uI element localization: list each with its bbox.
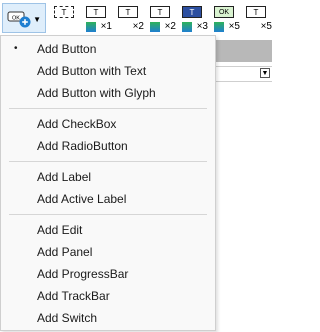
multiplier-label: ×3	[196, 21, 208, 32]
background-combobox[interactable]: ▼	[216, 66, 272, 82]
add-button-icon: OK	[7, 11, 31, 28]
menu-separator	[9, 161, 207, 162]
menu-item-add-radiobutton[interactable]: Add RadioButton	[1, 135, 215, 157]
app-window: OK ▼ T T ×1 T ×2 T ×2 T ×3 OK ×5 T ×5 ▼ …	[0, 0, 272, 332]
multiplier-label: ×5	[260, 21, 272, 32]
toolbar-button-0[interactable]: T	[52, 6, 80, 32]
multiplier-label: ×1	[100, 21, 112, 32]
button-x1-icon: T	[86, 6, 106, 18]
chevron-down-icon: ▼	[33, 15, 41, 24]
background-header-band	[216, 40, 272, 62]
multiplier-label: ×2	[164, 21, 176, 32]
menu-item-label: Add CheckBox	[37, 117, 117, 131]
menu-item-label: Add TrackBar	[37, 289, 110, 303]
button-x5-icon: T	[246, 6, 266, 18]
checkbox-x5-icon: OK	[214, 6, 234, 18]
menu-item-label: Add Button with Glyph	[37, 86, 156, 100]
toolbar-button-1[interactable]: T ×1	[84, 6, 112, 32]
toolbar-button-6[interactable]: T ×5	[244, 6, 272, 32]
svg-text:OK: OK	[12, 16, 20, 22]
menu-item-label: Add Button	[37, 42, 97, 56]
menu-item-label: Add Active Label	[37, 192, 127, 206]
menu-item-add-button-with-text[interactable]: Add Button with Text	[1, 60, 215, 82]
add-control-menu: • Add Button Add Button with Text Add Bu…	[0, 35, 216, 331]
color-swatch-icon	[182, 22, 192, 32]
chevron-down-icon: ▼	[260, 68, 270, 78]
menu-item-add-progressbar[interactable]: Add ProgressBar	[1, 263, 215, 285]
color-swatch-icon	[214, 22, 224, 32]
menu-item-add-switch[interactable]: Add Switch	[1, 307, 215, 329]
menu-item-add-edit[interactable]: Add Edit	[1, 219, 215, 241]
menu-item-add-panel[interactable]: Add Panel	[1, 241, 215, 263]
menu-item-add-checkbox[interactable]: Add CheckBox	[1, 113, 215, 135]
menu-item-add-label[interactable]: Add Label	[1, 166, 215, 188]
button-icon: T	[54, 6, 74, 18]
color-swatch-icon	[86, 22, 96, 32]
multiplier-label: ×2	[132, 21, 144, 32]
menu-item-label: Add Switch	[37, 311, 98, 325]
multiplier-label: ×5	[228, 21, 240, 32]
menu-item-label: Add RadioButton	[37, 139, 128, 153]
button-x3-icon: T	[182, 6, 202, 18]
button-glyph-x2-icon: T	[150, 6, 170, 18]
menu-item-label: Add Panel	[37, 245, 93, 259]
menu-item-add-trackbar[interactable]: Add TrackBar	[1, 285, 215, 307]
menu-item-label: Add Edit	[37, 223, 83, 237]
menu-separator	[9, 214, 207, 215]
toolbar-button-5[interactable]: OK ×5	[212, 6, 240, 32]
checked-bullet-icon: •	[14, 43, 18, 54]
menu-separator	[9, 108, 207, 109]
toolbar-button-2[interactable]: T ×2	[116, 6, 144, 32]
menu-item-add-button[interactable]: • Add Button	[1, 38, 215, 60]
button-x2-icon: T	[118, 6, 138, 18]
toolbar-button-4[interactable]: T ×3	[180, 6, 208, 32]
menu-item-add-active-label[interactable]: Add Active Label	[1, 188, 215, 210]
menu-item-add-button-with-glyph[interactable]: Add Button with Glyph	[1, 82, 215, 104]
menu-item-label: Add Button with Text	[37, 64, 147, 78]
toolbar: OK ▼ T T ×1 T ×2 T ×2 T ×3 OK ×5 T ×5	[0, 0, 272, 36]
add-control-dropdown-button[interactable]: OK ▼	[2, 3, 46, 33]
menu-item-label: Add Label	[37, 170, 92, 184]
color-swatch-icon	[150, 22, 160, 32]
toolbar-button-3[interactable]: T ×2	[148, 6, 176, 32]
menu-item-label: Add ProgressBar	[37, 267, 129, 281]
